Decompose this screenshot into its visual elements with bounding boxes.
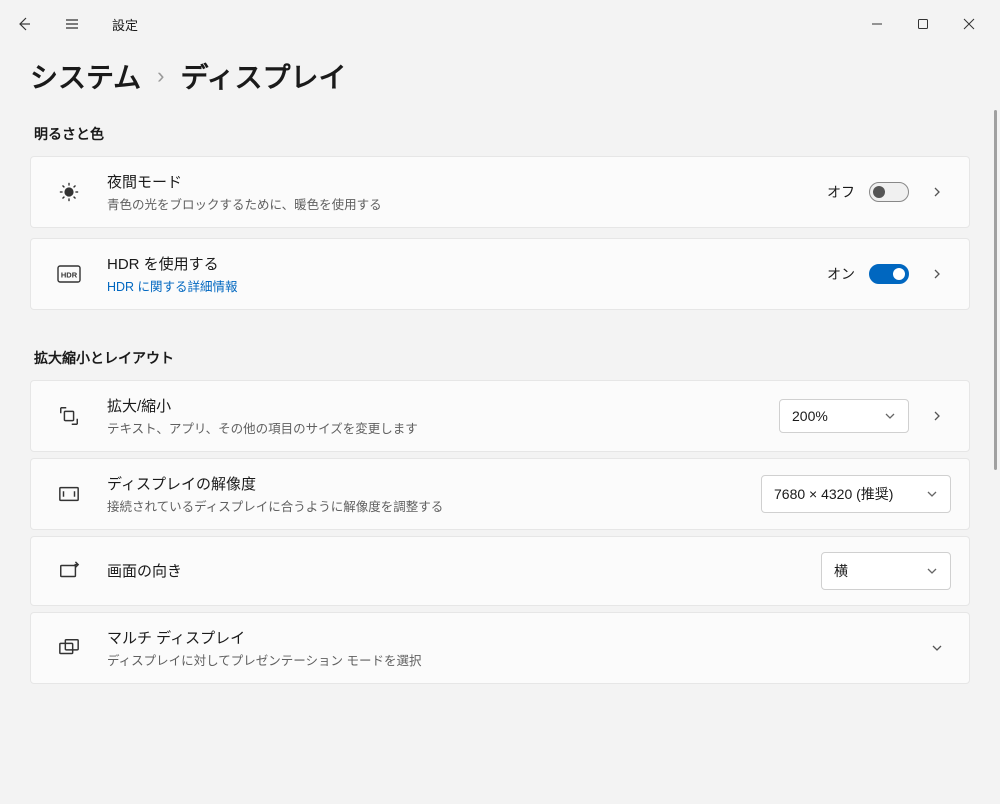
hdr-expand[interactable] bbox=[923, 260, 951, 288]
night-light-title: 夜間モード bbox=[107, 171, 827, 192]
multi-display-title: マルチ ディスプレイ bbox=[107, 627, 923, 648]
maximize-button[interactable] bbox=[900, 8, 946, 40]
night-light-icon bbox=[49, 181, 89, 203]
titlebar: 設定 bbox=[0, 0, 1000, 48]
close-button[interactable] bbox=[946, 8, 992, 40]
scrollbar[interactable] bbox=[994, 110, 997, 470]
minimize-button[interactable] bbox=[854, 8, 900, 40]
hdr-icon: HDR bbox=[49, 265, 89, 283]
breadcrumb-current: ディスプレイ bbox=[181, 56, 347, 96]
night-light-state: オフ bbox=[827, 182, 855, 202]
night-light-card[interactable]: 夜間モード 青色の光をブロックするために、暖色を使用する オフ bbox=[30, 156, 970, 228]
multi-display-expand[interactable] bbox=[923, 634, 951, 662]
multi-display-icon bbox=[49, 637, 89, 659]
section-scale-header: 拡大縮小とレイアウト bbox=[34, 348, 970, 368]
resolution-value: 7680 × 4320 (推奨) bbox=[774, 484, 893, 504]
night-light-sub: 青色の光をブロックするために、暖色を使用する bbox=[107, 194, 827, 213]
chevron-down-icon bbox=[926, 488, 938, 500]
hdr-state: オン bbox=[827, 264, 855, 284]
scale-card[interactable]: 拡大/縮小 テキスト、アプリ、その他の項目のサイズを変更します 200% bbox=[30, 380, 970, 452]
hdr-toggle[interactable] bbox=[869, 264, 909, 284]
breadcrumb-separator: › bbox=[157, 63, 164, 89]
resolution-card[interactable]: ディスプレイの解像度 接続されているディスプレイに合うように解像度を調整する 7… bbox=[30, 458, 970, 530]
chevron-down-icon bbox=[884, 410, 896, 422]
scale-value: 200% bbox=[792, 408, 828, 424]
app-title: 設定 bbox=[112, 15, 138, 34]
scale-icon bbox=[49, 405, 89, 427]
svg-text:HDR: HDR bbox=[61, 271, 78, 280]
orientation-value: 横 bbox=[834, 561, 848, 581]
section-brightness-header: 明るさと色 bbox=[34, 124, 970, 144]
multi-display-card[interactable]: マルチ ディスプレイ ディスプレイに対してプレゼンテーション モードを選択 bbox=[30, 612, 970, 684]
scale-expand[interactable] bbox=[923, 402, 951, 430]
orientation-select[interactable]: 横 bbox=[821, 552, 951, 590]
breadcrumb-parent[interactable]: システム bbox=[30, 56, 141, 96]
night-light-toggle[interactable] bbox=[869, 182, 909, 202]
resolution-icon bbox=[49, 483, 89, 505]
chevron-down-icon bbox=[926, 565, 938, 577]
orientation-title: 画面の向き bbox=[107, 560, 821, 581]
resolution-title: ディスプレイの解像度 bbox=[107, 473, 761, 494]
resolution-sub: 接続されているディスプレイに合うように解像度を調整する bbox=[107, 496, 761, 515]
hdr-card[interactable]: HDR HDR を使用する HDR に関する詳細情報 オン bbox=[30, 238, 970, 310]
orientation-card[interactable]: 画面の向き 横 bbox=[30, 536, 970, 606]
night-light-expand[interactable] bbox=[923, 178, 951, 206]
hdr-link[interactable]: HDR に関する詳細情報 bbox=[107, 276, 827, 295]
resolution-select[interactable]: 7680 × 4320 (推奨) bbox=[761, 475, 951, 513]
scale-sub: テキスト、アプリ、その他の項目のサイズを変更します bbox=[107, 418, 779, 437]
content-area: システム › ディスプレイ 明るさと色 夜間モード 青色の光をブロックするために… bbox=[0, 48, 1000, 804]
scale-select[interactable]: 200% bbox=[779, 399, 909, 433]
hdr-title: HDR を使用する bbox=[107, 253, 827, 274]
multi-display-sub: ディスプレイに対してプレゼンテーション モードを選択 bbox=[107, 650, 923, 669]
scale-title: 拡大/縮小 bbox=[107, 395, 779, 416]
breadcrumb: システム › ディスプレイ bbox=[30, 56, 970, 96]
hamburger-menu[interactable] bbox=[56, 8, 88, 40]
orientation-icon bbox=[49, 560, 89, 582]
back-button[interactable] bbox=[8, 8, 40, 40]
